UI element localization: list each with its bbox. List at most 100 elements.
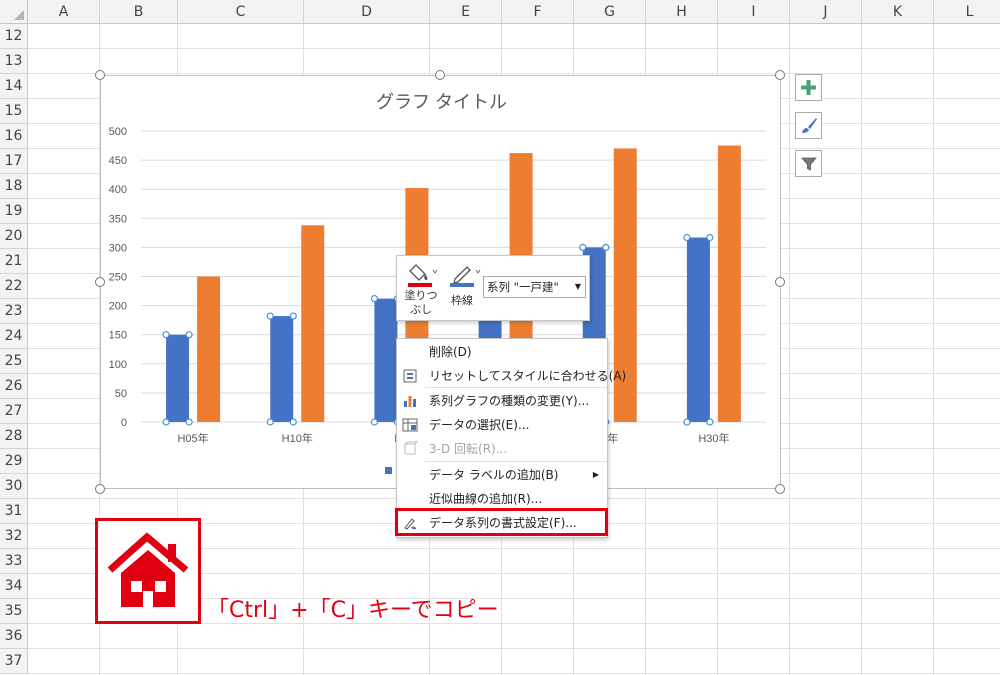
grid-column-line xyxy=(861,24,862,675)
context-menu-label: 系列グラフの種類の変更(Y)... xyxy=(429,394,590,408)
x-tick-label: H30年 xyxy=(698,431,729,445)
selection-point xyxy=(289,418,297,426)
reset-style-icon xyxy=(403,369,417,383)
row-header-27[interactable]: 27 xyxy=(0,399,28,424)
row-header-17[interactable]: 17 xyxy=(0,149,28,174)
chart-styles-button[interactable] xyxy=(795,112,822,139)
y-tick-label: 300 xyxy=(109,242,127,254)
grid-row-line xyxy=(28,73,1000,74)
chart-elements-button[interactable] xyxy=(795,74,822,101)
chart-filters-button[interactable] xyxy=(795,150,822,177)
context-menu-item-3[interactable]: 系列グラフの種類の変更(Y)... xyxy=(397,389,607,413)
context-menu-label: 近似曲線の追加(R)... xyxy=(429,492,543,506)
bar-series-1[interactable] xyxy=(166,334,190,422)
column-header-I[interactable]: I xyxy=(718,0,790,24)
menu-separator xyxy=(425,461,607,462)
paintbrush-icon xyxy=(802,118,817,133)
column-header-J[interactable]: J xyxy=(790,0,862,24)
fill-label-line-1: 塗りつ xyxy=(404,289,438,302)
selection-point xyxy=(706,233,714,242)
resize-handle[interactable] xyxy=(95,277,105,287)
bar-series-1[interactable] xyxy=(686,237,710,422)
resize-handle[interactable] xyxy=(775,70,785,80)
column-header-B[interactable]: B xyxy=(100,0,178,24)
context-menu-item-2[interactable]: リセットしてスタイルに合わせる(A) xyxy=(397,364,626,388)
context-menu-label: 削除(D) xyxy=(429,345,472,359)
row-header-20[interactable]: 20 xyxy=(0,224,28,249)
column-header-L[interactable]: L xyxy=(934,0,1000,24)
row-header-35[interactable]: 35 xyxy=(0,599,28,624)
column-header-H[interactable]: H xyxy=(646,0,718,24)
selection-point xyxy=(683,418,691,426)
selection-point xyxy=(683,233,691,242)
resize-handle[interactable] xyxy=(95,70,105,80)
row-header-13[interactable]: 13 xyxy=(0,49,28,74)
submenu-arrow-icon: ▶ xyxy=(592,470,599,479)
row-header-28[interactable]: 28 xyxy=(0,424,28,449)
legend-entry-series-1[interactable] xyxy=(385,467,392,474)
row-header-34[interactable]: 34 xyxy=(0,574,28,599)
column-header-F[interactable]: F xyxy=(502,0,574,24)
row-header-26[interactable]: 26 xyxy=(0,374,28,399)
row-header-23[interactable]: 23 xyxy=(0,299,28,324)
row-header-32[interactable]: 32 xyxy=(0,524,28,549)
selection-point xyxy=(266,312,274,320)
resize-handle[interactable] xyxy=(95,484,105,494)
y-tick-label: 350 xyxy=(109,213,127,225)
row-header-12[interactable]: 12 xyxy=(0,24,28,49)
row-header-37[interactable]: 37 xyxy=(0,649,28,674)
column-header-A[interactable]: A xyxy=(28,0,100,24)
y-tick-label: 0 xyxy=(121,417,127,429)
row-header-29[interactable]: 29 xyxy=(0,449,28,474)
context-menu-item-1[interactable]: 削除(D) xyxy=(397,340,607,364)
bar-series-2[interactable] xyxy=(301,225,325,422)
context-menu-item-6[interactable]: データ ラベルの追加(B) ▶ xyxy=(397,463,607,487)
y-tick-label: 400 xyxy=(109,184,127,196)
resize-handle[interactable] xyxy=(775,484,785,494)
column-header-K[interactable]: K xyxy=(862,0,934,24)
column-header-G[interactable]: G xyxy=(574,0,646,24)
bar-series-1[interactable] xyxy=(374,298,398,422)
column-header-E[interactable]: E xyxy=(430,0,502,24)
selection-point xyxy=(370,418,379,426)
row-header-16[interactable]: 16 xyxy=(0,124,28,149)
row-header-33[interactable]: 33 xyxy=(0,549,28,574)
column-header-C[interactable]: C xyxy=(178,0,304,24)
bar-series-1[interactable] xyxy=(270,316,294,422)
selection-point xyxy=(266,418,274,426)
home-icon xyxy=(107,532,189,607)
row-header-15[interactable]: 15 xyxy=(0,99,28,124)
context-menu-item-4[interactable]: データの選択(E)... xyxy=(397,413,607,437)
row-header-36[interactable]: 36 xyxy=(0,624,28,649)
selection-point xyxy=(706,418,714,426)
chevron-down-icon: ▼ xyxy=(574,282,581,291)
copy-instruction-caption: 「Ctrl」+「C」キーでコピー xyxy=(207,598,499,623)
context-menu-label: 3-D 回転(R)... xyxy=(429,442,508,456)
row-header-14[interactable]: 14 xyxy=(0,74,28,99)
row-header-25[interactable]: 25 xyxy=(0,349,28,374)
filter-icon xyxy=(800,157,817,171)
row-header-24[interactable]: 24 xyxy=(0,324,28,349)
bar-series-2[interactable] xyxy=(717,145,741,423)
fill-bucket-icon[interactable] xyxy=(407,262,441,288)
row-header-31[interactable]: 31 xyxy=(0,499,28,524)
y-tick-label: 200 xyxy=(109,301,127,313)
selection-point xyxy=(185,418,193,426)
column-header-D[interactable]: D xyxy=(304,0,430,24)
select-data-icon xyxy=(402,418,418,432)
bar-series-2[interactable] xyxy=(197,276,221,423)
row-header-21[interactable]: 21 xyxy=(0,249,28,274)
resize-handle[interactable] xyxy=(435,70,445,80)
y-tick-label: 250 xyxy=(109,272,127,284)
grid-row-line xyxy=(28,48,1000,49)
resize-handle[interactable] xyxy=(775,277,785,287)
row-header-18[interactable]: 18 xyxy=(0,174,28,199)
row-header-30[interactable]: 30 xyxy=(0,474,28,499)
chart-type-icon xyxy=(404,396,416,407)
series-select-dropdown[interactable]: 系列 "一戸建" ▼ xyxy=(483,276,586,298)
select-all-corner[interactable] xyxy=(0,0,28,24)
row-header-19[interactable]: 19 xyxy=(0,199,28,224)
pen-outline-icon[interactable] xyxy=(449,262,483,288)
x-tick-label: H05年 xyxy=(177,431,208,445)
row-header-22[interactable]: 22 xyxy=(0,274,28,299)
